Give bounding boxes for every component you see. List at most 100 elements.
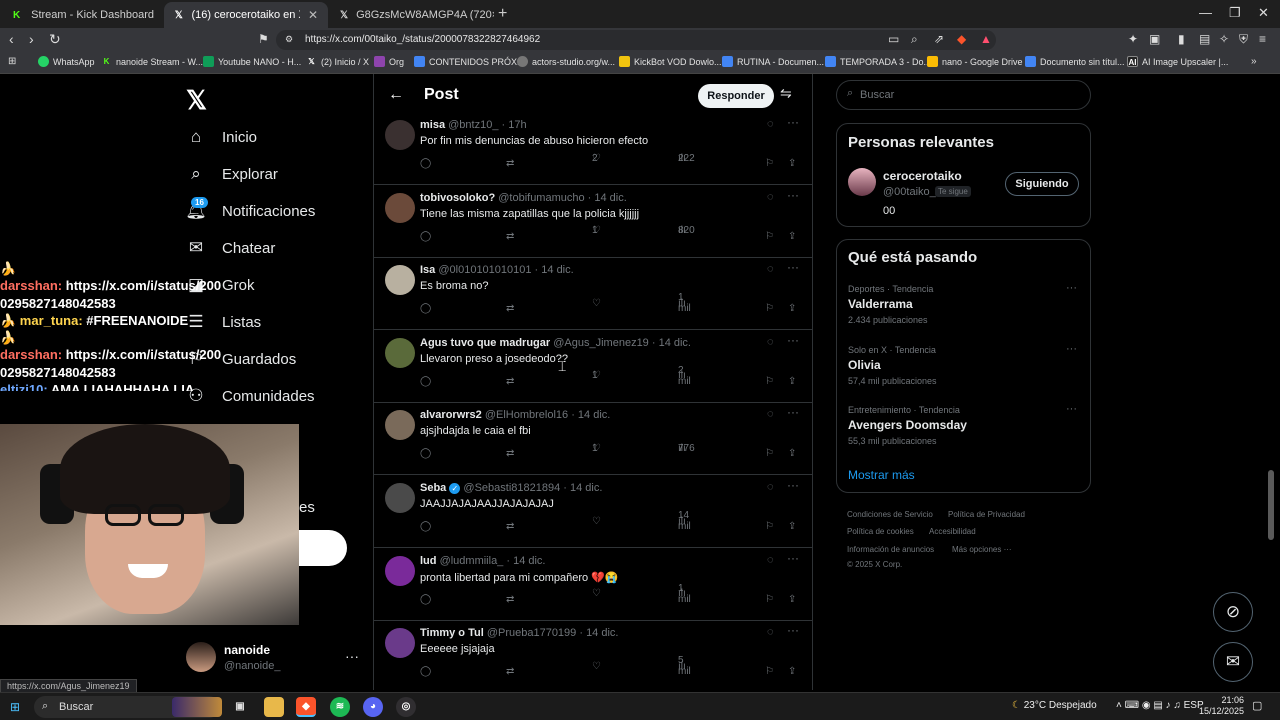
avatar[interactable] [385,265,415,296]
bookmark-icon[interactable]: ⚐ [765,158,774,169]
grok-icon[interactable]: ◌ [767,263,774,275]
search-highlight-image[interactable] [172,697,222,717]
share-icon[interactable]: ⇪ [788,231,796,242]
reply-author[interactable]: lud [420,555,437,567]
more-icon[interactable]: ··· [787,260,799,274]
reply-icon[interactable]: ◯ [420,594,431,605]
notification-icon[interactable]: ▢ [1252,699,1262,712]
account-name[interactable]: nanoide [224,643,270,657]
reply-post[interactable]: tobivosoloko? @tobifumamucho · 14 dic. Ti… [373,185,813,258]
bookmark-item[interactable]: Org [374,56,404,67]
tab-x-post[interactable]: 𝕏 (16) cerocerotaiko en X: "cayo pr ✕ [164,2,328,28]
bookmark-item[interactable]: actors-studio.org/w... [517,56,615,67]
repost-icon[interactable]: ⇄ [506,303,514,314]
reply-post[interactable]: Agus tuvo que madrugar @Agus_Jimenez19 ·… [373,330,813,403]
spotify-icon[interactable]: ≋ [330,697,350,717]
messages-fab-button[interactable]: ✉ [1213,642,1253,682]
avatar[interactable] [848,168,876,196]
bookmark-icon[interactable]: ⚐ [765,521,774,532]
share-icon[interactable]: ⇪ [788,376,796,387]
reply-icon[interactable]: ◯ [420,376,431,387]
avatar[interactable] [385,628,415,659]
share-icon[interactable]: ⇪ [788,448,796,459]
avatar[interactable] [385,555,415,586]
reply-author[interactable]: tobivosoloko? [420,192,495,204]
menu-icon[interactable]: ≡ [1259,32,1266,46]
back-arrow-icon[interactable]: ← [388,86,404,104]
wallet-icon[interactable]: ▣ [1149,32,1160,46]
reload-icon[interactable]: ↻ [49,31,61,48]
x-logo-icon[interactable]: 𝕏 [186,85,207,116]
share-icon[interactable]: ⇪ [788,158,796,169]
grok-icon[interactable]: ◌ [767,118,774,130]
reply-icon[interactable]: ◯ [420,666,431,677]
reply-author[interactable]: misa [420,119,445,131]
bookmark-item[interactable]: Documento sin títul... [1025,56,1125,67]
reply-author[interactable]: alvarorwrs2 [420,409,482,421]
apps-icon[interactable]: ⊞ [8,56,16,67]
grok-icon[interactable]: ◌ [767,481,774,493]
tab-kick-dashboard[interactable]: K Stream - Kick Dashboard [0,2,164,28]
footer-more[interactable]: Más opciones ··· [952,545,1012,554]
nav-chatear[interactable]: ✉ Chatear [186,238,276,258]
share-icon[interactable]: ⇪ [788,303,796,314]
zoom-icon[interactable]: ⌕ [911,32,918,47]
reply-author[interactable]: Agus tuvo que madrugar [420,337,550,349]
relevant-name[interactable]: cerocerotaiko [883,169,962,183]
obs-icon[interactable]: ◎ [396,697,416,717]
bookmark-page-icon[interactable]: ⚑ [258,32,269,46]
footer-privacy[interactable]: Política de Privacidad [948,510,1025,519]
grok-icon[interactable]: ◌ [767,626,774,638]
share-icon[interactable]: ⇪ [788,594,796,605]
windows-start-icon[interactable]: ⊞ [10,700,20,714]
repost-icon[interactable]: ⇄ [506,158,514,169]
more-icon[interactable]: ··· [787,478,799,492]
reply-post[interactable]: misa @bntz10_ · 17h Por fin mis denuncias… [373,112,813,185]
trend-item[interactable]: Solo en X · Tendencia Olivia 57,4 mil pu… [848,343,1083,386]
task-view-icon[interactable]: ▣ [230,697,250,717]
trend-item[interactable]: Entretenimiento · Tendencia Avengers Doo… [848,403,1083,446]
more-icon[interactable]: ··· [787,551,799,565]
reply-author[interactable]: Isa [420,264,435,276]
forward-icon[interactable]: › [29,31,34,47]
reply-author[interactable]: Timmy o Tul [420,627,484,639]
bookmark-item[interactable]: TEMPORADA 3 - Do... [825,56,931,67]
nav-inicio[interactable]: ⌂ Inicio [186,127,257,147]
share-icon[interactable]: ⇪ [788,521,796,532]
more-bookmarks-icon[interactable]: » [1251,56,1257,67]
reply-post[interactable]: Isa @0l010101010101 · 14 dic. Es broma no… [373,257,813,331]
brave-icon[interactable]: ◆ [296,697,316,717]
bookmark-item[interactable]: WhatsApp [38,56,95,67]
repost-icon[interactable]: ⇄ [506,448,514,459]
rewards-icon[interactable]: ▲ [980,32,992,46]
repost-icon[interactable]: ⇄ [506,231,514,242]
reply-post[interactable]: Seba ✓ @Sebasti81821894 · 14 dic. JAAJJAJ… [373,475,813,548]
share-icon[interactable]: ⇪ [788,666,796,677]
reply-post[interactable]: Timmy o Tul @Prueba1770199 · 14 dic. Eeee… [373,620,813,694]
weather[interactable]: ☾ 23°C Despejado [1012,700,1097,711]
avatar[interactable] [186,642,216,672]
bookmark-item[interactable]: 𝕏 (2) Inicio / X [306,56,369,67]
bookmark-icon[interactable]: ⚐ [765,666,774,677]
extensions-icon[interactable]: ✦ [1128,32,1138,46]
reply-author[interactable]: Seba [420,482,446,494]
avatar[interactable] [385,192,415,223]
brave-shield-icon[interactable]: ◆ [957,32,966,46]
sidebar-toggle-icon[interactable]: ▮ [1178,32,1185,46]
grok-fab-button[interactable]: ⊘ [1213,592,1253,632]
more-icon[interactable]: ··· [1066,403,1077,415]
avatar[interactable] [385,410,415,441]
scrollbar[interactable] [1268,470,1274,540]
bookmark-icon[interactable]: ⚐ [765,448,774,459]
reply-icon[interactable]: ◯ [420,231,431,242]
share-icon[interactable]: ⇗ [934,32,944,46]
reply-icon[interactable]: ◯ [420,158,431,169]
close-window-button[interactable]: ✕ [1258,5,1269,21]
reply-icon[interactable]: ◯ [420,448,431,459]
close-tab-icon[interactable]: ✕ [308,8,318,22]
clock[interactable]: 21:06 15/12/2025 [1198,695,1244,717]
bookmark-icon[interactable]: ⚐ [765,303,774,314]
post-button-fragment[interactable] [299,530,347,566]
repost-icon[interactable]: ⇄ [506,666,514,677]
bookmark-item[interactable]: AI AI Image Upscaler |... [1127,56,1228,67]
